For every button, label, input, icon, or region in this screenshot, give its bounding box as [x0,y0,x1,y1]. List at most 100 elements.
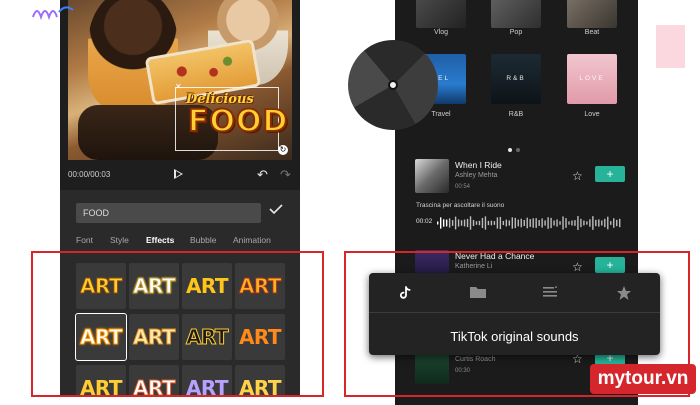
waveform-bar [514,217,516,229]
redo-icon[interactable]: ↷ [280,167,291,183]
waveform-bar [574,220,576,226]
play-icon[interactable] [174,169,183,179]
waveform-bar [616,219,618,227]
waveform-time: 00:02 [416,218,433,225]
waveform-bar [466,218,469,228]
waveform-bar [475,221,478,225]
waveform-bar [520,218,522,228]
waveform-bar [451,220,454,226]
tab-animation[interactable]: Animation [233,235,271,245]
track-artist: Ashley Mehta [455,172,498,179]
waveform-bar [562,216,564,230]
album-art-text-rnb: R&B [506,75,526,82]
waveform-bar [613,218,615,228]
album-art-text-love: LOVE [579,75,605,82]
rotate-handle-icon[interactable]: ↻ [278,145,288,155]
waveform-bar [454,216,457,230]
album-vlog[interactable] [416,0,466,28]
waveform-bar [517,219,519,227]
waveform-bar [541,218,543,228]
waveform-bar [484,216,487,230]
waveform-bar [556,219,558,227]
waveform-bar [487,220,490,226]
waveform-bar [460,220,463,226]
waveform-bar [493,221,496,225]
tab-font[interactable]: Font [76,235,93,245]
text-input[interactable]: FOOD [76,203,261,223]
waveform-bar [442,219,445,227]
album-label-love: Love [584,111,600,118]
decorative-pink-block [656,25,685,68]
waveform-bar [472,219,475,227]
waveform-bar [496,217,499,229]
track-thumbnail [415,159,449,193]
tab-effects[interactable]: Effects [146,235,174,245]
waveform-bar [535,218,537,228]
waveform-bar [538,220,540,226]
add-track-button[interactable]: + [595,166,625,182]
drag-hint: Trascina per ascoltare il suono [416,202,505,209]
album-beat[interactable] [567,0,617,28]
track-row[interactable]: When I Ride Ashley Mehta 00:54 ☆ + [415,159,635,195]
waveform-bar [586,221,588,225]
album-label-vlog: Vlog [433,29,448,36]
waveform-bar [448,218,451,228]
waveform-bar [559,221,561,225]
waveform-bar [583,220,585,226]
waveform-bar [511,217,513,229]
waveform-bar [553,220,555,226]
page-dot [516,148,520,152]
album-label-pop: Pop [509,29,523,36]
album-label-rnb: R&B [508,111,524,118]
tab-bubble[interactable]: Bubble [190,235,216,245]
waveform-bar [532,218,534,228]
waveform-bar [571,220,573,226]
waveform-bar [604,218,606,228]
album-label-beat: Beat [584,29,600,36]
decorative-scribble [32,6,74,21]
vinyl-disc-icon [348,40,438,130]
waveform-bar [499,216,502,230]
waveform-bar [592,216,594,230]
waveform-bar [478,220,481,226]
waveform-bar [577,216,579,230]
highlight-frame-effects [31,251,324,397]
waveform-bar [457,219,460,227]
waveform-bar [481,217,484,229]
playback-bar: 00:00/00:03 ↶ ↷ [60,163,300,187]
waveform-bar [598,219,600,227]
waveform-bar [580,218,582,228]
waveform-bar [607,216,609,230]
waveform-bar [490,220,493,226]
undo-icon[interactable]: ↶ [257,167,268,183]
text-tabs: Font Style Effects Bubble Animation [76,235,296,249]
waveform-bar [589,219,591,227]
page-indicator [508,139,524,157]
close-icon[interactable]: ✕ [175,83,183,91]
track-duration: 00:54 [455,184,471,190]
waveform-bar [469,216,472,230]
waveform-bar [523,220,525,226]
waveform-bar [601,220,603,226]
favorite-star-icon[interactable]: ☆ [572,169,583,183]
waveform-bar [529,219,531,227]
audio-waveform[interactable] [437,212,622,234]
waveform-bar [544,220,546,226]
waveform-bar [463,219,466,227]
album-pop[interactable] [491,0,541,28]
check-icon[interactable] [269,204,283,214]
tab-style[interactable]: Style [110,235,129,245]
waveform-bar [445,219,448,227]
track-title: When I Ride [455,160,502,170]
waveform-bar [439,217,442,229]
waveform-bar [550,217,552,229]
waveform-bar [610,221,612,225]
waveform-bar [547,217,549,229]
waveform-bar [565,218,567,228]
waveform-bar [508,220,511,226]
timecode: 00:00/00:03 [68,170,111,179]
waveform-bar [505,219,508,227]
overlay-text-food: FOOD [187,103,289,140]
waveform-bar [437,221,439,225]
tutorial-screenshot: ✕ Delicious FOOD ↻ 00:00/00:03 ↶ ↷ FOOD … [0,0,700,405]
